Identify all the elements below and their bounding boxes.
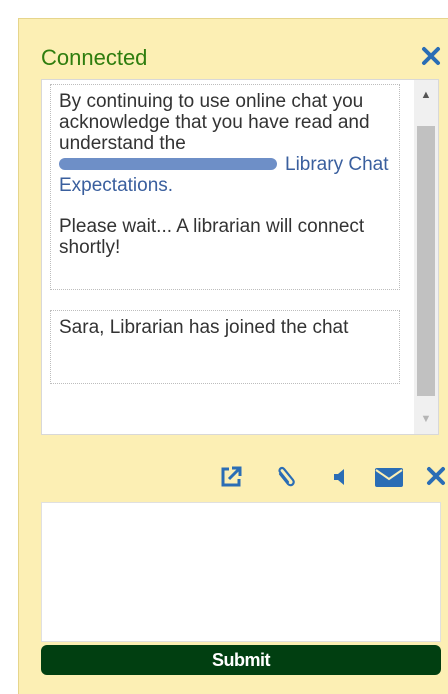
close-icon[interactable] xyxy=(424,464,448,492)
scroll-up-arrow-icon[interactable]: ▲ xyxy=(414,84,438,106)
wait-text: Please wait... A librarian will connect … xyxy=(59,216,365,258)
popout-icon[interactable] xyxy=(218,464,246,492)
system-notice-message: By continuing to use online chat you ack… xyxy=(50,84,400,290)
chat-toolbar xyxy=(188,464,448,494)
chat-widget: Connected By continuing to use online ch… xyxy=(18,18,448,694)
close-icon[interactable] xyxy=(420,45,442,67)
scroll-thumb[interactable] xyxy=(417,126,435,396)
email-icon[interactable] xyxy=(374,464,403,492)
submit-button[interactable]: Submit xyxy=(41,645,441,675)
redacted-text xyxy=(59,157,277,170)
connection-status: Connected xyxy=(41,45,148,70)
sound-icon[interactable] xyxy=(328,464,356,492)
paperclip-icon[interactable] xyxy=(272,464,300,492)
notice-text: By continuing to use online chat you ack… xyxy=(59,91,370,154)
librarian-joined-message: Sara, Librarian has joined the chat xyxy=(50,310,400,384)
message-input[interactable] xyxy=(41,502,441,642)
transcript-scrollbar[interactable]: ▲ ▼ xyxy=(414,80,438,434)
scroll-down-arrow-icon[interactable]: ▼ xyxy=(414,408,438,430)
chat-transcript[interactable]: By continuing to use online chat you ack… xyxy=(41,79,439,435)
